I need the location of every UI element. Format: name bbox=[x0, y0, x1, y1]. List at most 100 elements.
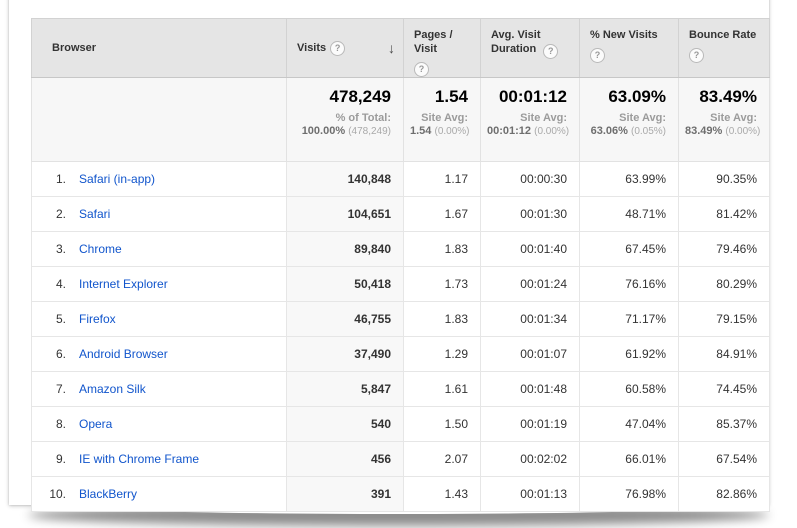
browser-link[interactable]: Safari bbox=[79, 207, 110, 221]
new-visits-value: 47.04% bbox=[580, 407, 679, 442]
browser-link[interactable]: IE with Chrome Frame bbox=[79, 452, 199, 466]
summary-row: 478,249 % of Total: 100.00% (478,249) 1.… bbox=[32, 78, 770, 162]
browser-link[interactable]: Chrome bbox=[79, 242, 122, 256]
column-header-visits[interactable]: Visits ? ↓ bbox=[287, 19, 404, 78]
browser-metrics-table: Browser Visits ? ↓ Pages / Visit ? Avg. … bbox=[31, 18, 770, 512]
column-header-browser[interactable]: Browser bbox=[32, 19, 287, 78]
summary-new-visits: 63.09% Site Avg: 63.06% (0.05%) bbox=[580, 78, 679, 162]
bounce-rate-value: 90.35% bbox=[679, 162, 770, 197]
new-visits-value: 60.58% bbox=[580, 372, 679, 407]
table-row: 10.BlackBerry3911.4300:01:1376.98%82.86% bbox=[32, 477, 770, 512]
table-row: 3.Chrome89,8401.8300:01:4067.45%79.46% bbox=[32, 232, 770, 267]
browser-cell: 6. Android Browser bbox=[32, 337, 287, 372]
summary-visits-value: 478,249 bbox=[293, 87, 391, 107]
visits-value: 50,418 bbox=[287, 267, 404, 302]
visits-value: 540 bbox=[287, 407, 404, 442]
column-label: Avg. Visit bbox=[491, 28, 571, 42]
column-label: Duration bbox=[491, 43, 536, 55]
row-rank: 3. bbox=[40, 242, 66, 256]
avg-visit-duration-value: 00:01:30 bbox=[481, 197, 580, 232]
column-label: Bounce Rate bbox=[689, 29, 756, 41]
row-rank: 2. bbox=[40, 207, 66, 221]
new-visits-value: 67.45% bbox=[580, 232, 679, 267]
table-row: 6. Android Browser 37,4901.2900:01:0761.92… bbox=[32, 337, 770, 372]
visits-value: 391 bbox=[287, 477, 404, 512]
row-rank: 9. bbox=[40, 452, 66, 466]
new-visits-value: 61.92% bbox=[580, 337, 679, 372]
row-rank: 8. bbox=[40, 417, 66, 431]
pages-per-visit-value: 1.29 bbox=[404, 337, 481, 372]
new-visits-value: 66.01% bbox=[580, 442, 679, 477]
help-icon[interactable]: ? bbox=[330, 41, 345, 56]
table-row: 8.Opera5401.5000:01:1947.04%85.37% bbox=[32, 407, 770, 442]
pages-per-visit-value: 1.61 bbox=[404, 372, 481, 407]
avg-visit-duration-value: 00:01:13 bbox=[481, 477, 580, 512]
browser-link[interactable]: BlackBerry bbox=[79, 487, 137, 501]
visits-value: 37,490 bbox=[287, 337, 404, 372]
summary-visits: 478,249 % of Total: 100.00% (478,249) bbox=[287, 78, 404, 162]
row-rank: 7. bbox=[40, 382, 66, 396]
bounce-rate-value: 79.46% bbox=[679, 232, 770, 267]
column-label: % New Visits bbox=[590, 29, 658, 41]
browser-cell: 4. Internet Explorer bbox=[32, 267, 287, 302]
new-visits-value: 76.16% bbox=[580, 267, 679, 302]
analytics-table-screenshot: Browser Visits ? ↓ Pages / Visit ? Avg. … bbox=[0, 0, 797, 528]
browser-link[interactable]: Amazon Silk bbox=[79, 382, 146, 396]
column-label: Pages / Visit bbox=[414, 29, 453, 55]
bounce-rate-value: 79.15% bbox=[679, 302, 770, 337]
column-header-avg-visit-duration[interactable]: Avg. Visit Duration ? bbox=[481, 19, 580, 78]
summary-visits-sub-label: % of Total: bbox=[293, 112, 391, 125]
new-visits-value: 48.71% bbox=[580, 197, 679, 232]
new-visits-value: 63.99% bbox=[580, 162, 679, 197]
browser-link[interactable]: Opera bbox=[79, 417, 112, 431]
browser-link[interactable]: Firefox bbox=[79, 312, 116, 326]
summary-pages-value: 1.54 bbox=[410, 87, 468, 107]
browser-link[interactable]: Internet Explorer bbox=[79, 277, 168, 291]
browser-link[interactable]: Safari (in-app) bbox=[79, 172, 155, 186]
avg-visit-duration-value: 00:01:48 bbox=[481, 372, 580, 407]
visits-value: 46,755 bbox=[287, 302, 404, 337]
table-row: 5.Firefox46,7551.8300:01:3471.17%79.15% bbox=[32, 302, 770, 337]
pages-per-visit-value: 1.50 bbox=[404, 407, 481, 442]
summary-pages: 1.54 Site Avg: 1.54 (0.00%) bbox=[404, 78, 481, 162]
summary-duration-value: 00:01:12 bbox=[487, 87, 567, 107]
help-icon[interactable]: ? bbox=[590, 48, 605, 63]
pages-per-visit-value: 1.67 bbox=[404, 197, 481, 232]
avg-visit-duration-value: 00:00:30 bbox=[481, 162, 580, 197]
summary-browser-cell bbox=[32, 78, 287, 162]
row-rank: 5. bbox=[40, 312, 66, 326]
avg-visit-duration-value: 00:01:07 bbox=[481, 337, 580, 372]
column-header-bounce-rate[interactable]: Bounce Rate ? bbox=[679, 19, 770, 78]
browser-link[interactable]: Android Browser bbox=[79, 347, 168, 361]
new-visits-value: 76.98% bbox=[580, 477, 679, 512]
avg-visit-duration-value: 00:01:40 bbox=[481, 232, 580, 267]
column-header-new-visits[interactable]: % New Visits ? bbox=[580, 19, 679, 78]
pages-per-visit-value: 2.07 bbox=[404, 442, 481, 477]
browser-cell: 8. Opera bbox=[32, 407, 287, 442]
bounce-rate-value: 85.37% bbox=[679, 407, 770, 442]
visits-value: 456 bbox=[287, 442, 404, 477]
row-rank: 4. bbox=[40, 277, 66, 291]
summary-new-visits-value: 63.09% bbox=[586, 87, 666, 107]
visits-value: 140,848 bbox=[287, 162, 404, 197]
browser-cell: 1. Safari (in-app) bbox=[32, 162, 287, 197]
bounce-rate-value: 84.91% bbox=[679, 337, 770, 372]
table-row: 2.Safari104,6511.6700:01:3048.71%81.42% bbox=[32, 197, 770, 232]
help-icon[interactable]: ? bbox=[414, 62, 429, 77]
browser-cell: 2. Safari bbox=[32, 197, 287, 232]
column-header-pages-per-visit[interactable]: Pages / Visit ? bbox=[404, 19, 481, 78]
help-icon[interactable]: ? bbox=[543, 44, 558, 59]
bounce-rate-value: 67.54% bbox=[679, 442, 770, 477]
bounce-rate-value: 81.42% bbox=[679, 197, 770, 232]
table-row: 7.Amazon Silk5,8471.6100:01:4860.58%74.4… bbox=[32, 372, 770, 407]
help-icon[interactable]: ? bbox=[689, 48, 704, 63]
browser-cell: 3. Chrome bbox=[32, 232, 287, 267]
table-row: 9.IE with Chrome Frame4562.0700:02:0266.… bbox=[32, 442, 770, 477]
visits-value: 5,847 bbox=[287, 372, 404, 407]
row-rank: 6. bbox=[40, 347, 66, 361]
bounce-rate-value: 82.86% bbox=[679, 477, 770, 512]
visits-value: 89,840 bbox=[287, 232, 404, 267]
column-label: Visits bbox=[297, 42, 326, 54]
browser-cell: 7. Amazon Silk bbox=[32, 372, 287, 407]
row-rank: 1. bbox=[40, 172, 66, 186]
